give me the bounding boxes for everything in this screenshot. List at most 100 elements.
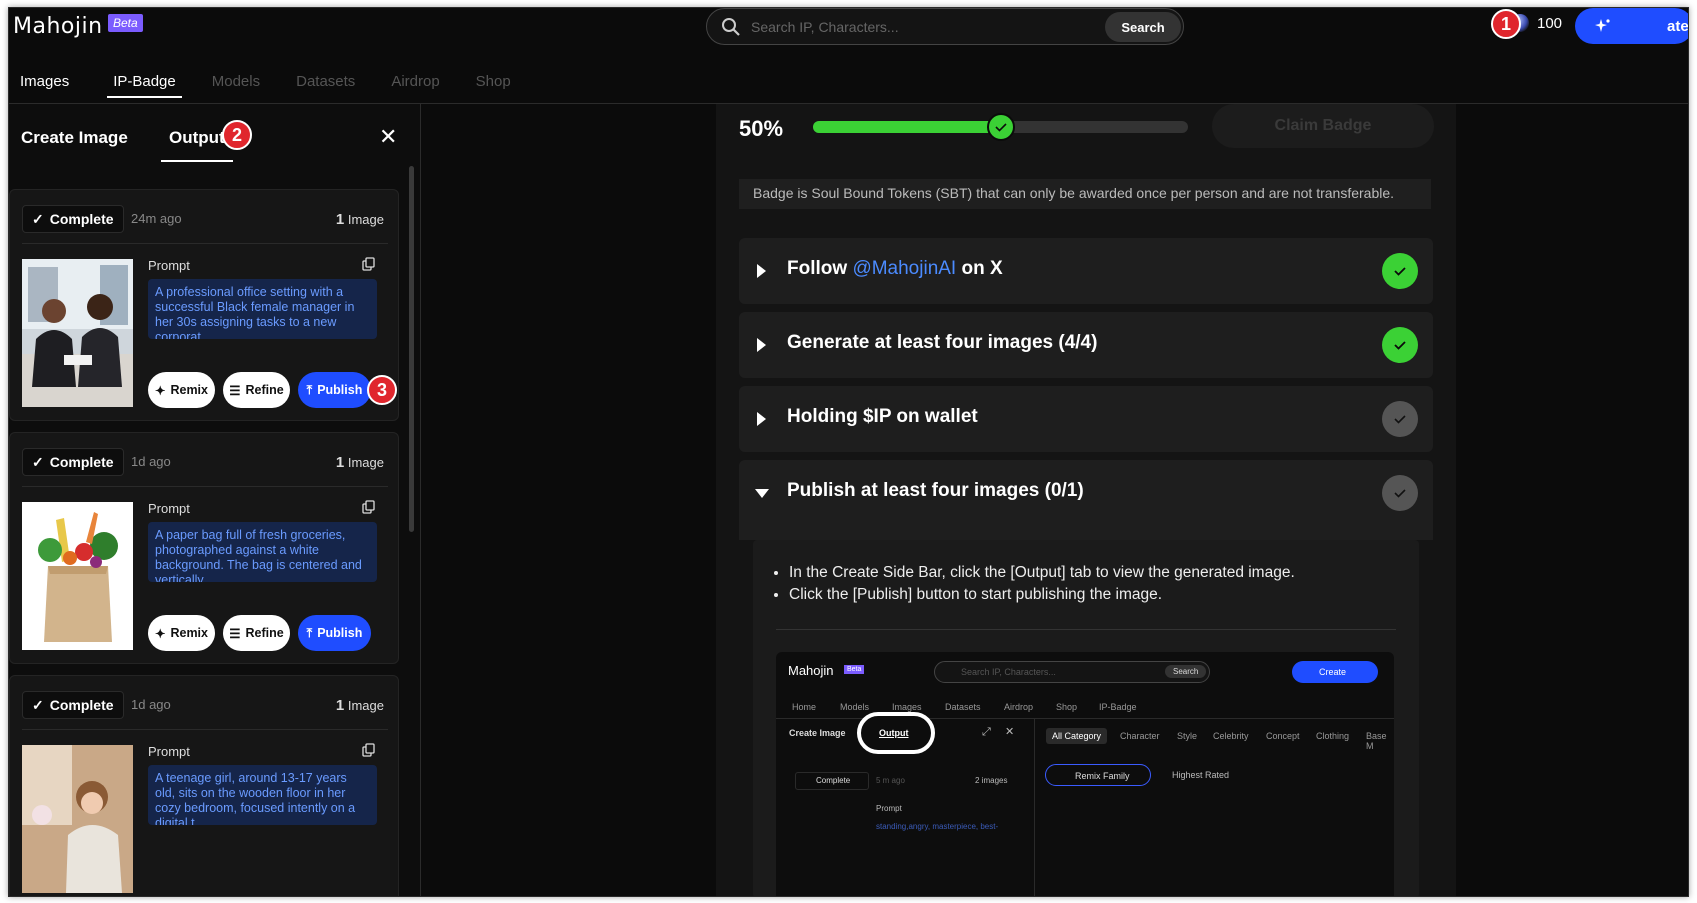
mini-category: Character — [1120, 731, 1160, 741]
claim-badge-button[interactable]: Claim Badge — [1212, 104, 1434, 148]
tab-shop[interactable]: Shop — [476, 68, 511, 98]
mini-nav: IP-Badge — [1099, 702, 1137, 712]
divider — [22, 729, 388, 730]
instruction-item: In the Create Side Bar, click the [Outpu… — [789, 562, 1295, 584]
mini-create-image: Create Image — [789, 728, 846, 738]
divider — [22, 486, 388, 487]
image-count: 1 Image — [335, 454, 384, 471]
check-icon: ✓ — [32, 696, 44, 713]
tab-airdrop[interactable]: Airdrop — [391, 68, 439, 98]
remix-button[interactable]: ✦ Remix — [148, 372, 215, 408]
image-count: 1 Image — [335, 697, 384, 714]
tab-create-image[interactable]: Create Image — [21, 128, 128, 148]
remix-icon: ✦ — [154, 626, 166, 641]
check-complete-icon — [1382, 253, 1418, 289]
task-title: Generate at least four images (4/4) — [787, 332, 1098, 353]
search-icon — [722, 18, 740, 36]
mini-output-highlight: Output — [857, 712, 935, 754]
main-nav: Images IP-Badge Models Datasets Airdrop … — [9, 68, 535, 98]
output-thumbnail[interactable] — [22, 259, 133, 407]
sliders-icon: ☰ — [229, 383, 241, 398]
output-thumbnail[interactable] — [22, 745, 133, 893]
progress-percent: 50% — [739, 116, 784, 141]
prompt-label: Prompt — [148, 258, 190, 273]
tutorial-screenshot: Mahojin Beta Search IP, Characters... Se… — [776, 652, 1394, 896]
mini-category: Celebrity — [1213, 731, 1249, 741]
refine-button[interactable]: ☰ Refine — [223, 372, 290, 408]
status-badge: ✓ Complete — [22, 691, 124, 719]
refine-button[interactable]: ☰ Refine — [223, 615, 290, 651]
mini-create: Create — [1292, 661, 1378, 683]
time-ago: 1d ago — [131, 697, 171, 712]
tab-ip-badge[interactable]: IP-Badge — [107, 68, 182, 98]
create-button-label: ate — [1667, 17, 1689, 35]
mini-category: Concept — [1266, 731, 1300, 741]
task-publish-details: In the Create Side Bar, click the [Outpu… — [753, 540, 1419, 896]
beta-badge: Beta — [108, 14, 143, 32]
prompt-text: A teenage girl, around 13-17 years old, … — [148, 765, 377, 825]
tab-datasets[interactable]: Datasets — [296, 68, 355, 98]
logo[interactable]: Mahojin — [13, 14, 103, 39]
mini-search: Search IP, Characters... Search — [934, 661, 1210, 683]
prompt-text: A professional office setting with a suc… — [148, 279, 377, 339]
tab-images[interactable]: Images — [20, 68, 69, 98]
mini-beta: Beta — [844, 665, 865, 674]
check-pending-icon — [1382, 401, 1418, 437]
task-follow[interactable]: Follow @MahojinAI on X — [739, 238, 1433, 304]
tab-models[interactable]: Models — [212, 68, 260, 98]
mini-remix-family: Remix Family — [1045, 764, 1151, 786]
caret-right-icon — [757, 412, 766, 426]
mini-nav: Shop — [1056, 702, 1078, 712]
sidebar-scrollbar[interactable] — [409, 166, 414, 532]
create-button[interactable]: ate — [1575, 8, 1689, 44]
progress-check-icon — [987, 113, 1015, 141]
progress-fill — [813, 121, 1001, 133]
status-badge: ✓ Complete — [22, 205, 124, 233]
search-input[interactable] — [751, 16, 1071, 38]
caret-down-icon — [755, 489, 769, 498]
check-complete-icon — [1382, 327, 1418, 363]
close-icon[interactable]: ✕ — [379, 126, 397, 148]
check-icon: ✓ — [32, 453, 44, 470]
mini-nav: Home — [792, 702, 817, 712]
mahojin-x-link[interactable]: @MahojinAI — [852, 258, 956, 279]
ip-badge-panel: 50% Claim Badge Badge is Soul Bound Toke… — [716, 104, 1456, 896]
time-ago: 1d ago — [131, 454, 171, 469]
mini-nav: Datasets — [945, 702, 981, 712]
search-button[interactable]: Search — [1105, 12, 1181, 42]
check-pending-icon — [1382, 475, 1418, 511]
time-ago: 24m ago — [131, 211, 182, 226]
sliders-icon: ☰ — [229, 626, 241, 641]
copy-icon[interactable] — [362, 743, 376, 757]
create-sidebar: Create Image Output 2 ✕ ✓ Complete 24m ag… — [9, 104, 421, 896]
top-bar: Mahojin Beta Search 100 ate 1 — [9, 8, 1688, 56]
mini-prompt-text: standing,angry, masterpiece, best- — [876, 822, 999, 831]
mini-category: Style — [1177, 731, 1198, 741]
remix-button[interactable]: ✦ Remix — [148, 615, 215, 651]
mini-images: 2 images — [975, 776, 1008, 785]
output-card: ✓ Complete 1d ago 1 Image Prompt A paper … — [9, 432, 399, 664]
task-holding-ip[interactable]: Holding $IP on wallet — [739, 386, 1433, 452]
output-card: ✓ Complete 24m ago 1 Image Prompt A profe… — [9, 189, 399, 421]
remix-icon: ✦ — [154, 383, 166, 398]
publish-button[interactable]: ⤒ Publish — [298, 372, 371, 408]
mini-status: Complete — [795, 772, 869, 790]
copy-icon[interactable] — [362, 500, 376, 514]
mini-category: Base M — [1366, 731, 1387, 751]
task-publish[interactable]: Publish at least four images (0/1) — [739, 460, 1433, 540]
status-badge: ✓ Complete — [22, 448, 124, 476]
copy-icon[interactable] — [362, 257, 376, 271]
task-generate[interactable]: Generate at least four images (4/4) — [739, 312, 1433, 378]
search-bar: Search — [706, 8, 1184, 45]
progress-bar — [813, 113, 1188, 141]
image-count: 1 Image — [335, 211, 384, 228]
task-title: Publish at least four images (0/1) — [787, 480, 1084, 501]
sidebar-header: Create Image Output 2 ✕ — [9, 104, 420, 164]
credits-value: 100 — [1537, 14, 1563, 32]
mini-prompt: Prompt — [876, 804, 902, 813]
annotation-badge-3: 3 — [367, 375, 397, 405]
output-thumbnail[interactable] — [22, 502, 133, 650]
sbt-note: Badge is Soul Bound Tokens (SBT) that ca… — [739, 179, 1431, 209]
publish-button[interactable]: ⤒ Publish — [298, 615, 371, 651]
sparkle-icon — [1595, 19, 1610, 32]
